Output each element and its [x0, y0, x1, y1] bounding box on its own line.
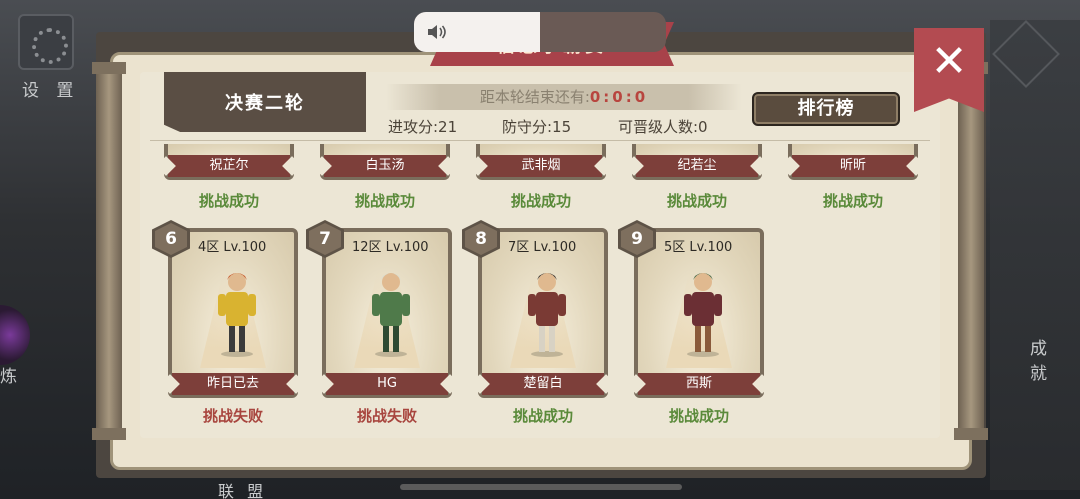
opponent-card[interactable]: 昕昕 [788, 144, 918, 180]
countdown-timer: 距本轮结束还有:0:0:0 [386, 84, 742, 110]
opponent-name: 昕昕 [792, 155, 914, 177]
server-level: 5区 Lv.100 [664, 240, 733, 255]
opponent-card[interactable]: 7 12区 Lv.100 HG [306, 220, 452, 398]
hero-part [372, 294, 380, 316]
hero-part [692, 292, 714, 326]
opponent-card[interactable]: 祝芷尔 [164, 144, 294, 180]
opponent-card[interactable]: 9 5区 Lv.100 西斯 [618, 220, 764, 398]
challenge-result: 挑战成功 [198, 192, 259, 210]
opponent-name: HG [326, 373, 448, 395]
challenge-result: 挑战成功 [512, 407, 573, 425]
right-pillar [954, 62, 988, 440]
challenge-result: 挑战成功 [668, 407, 729, 425]
challenge-result: 挑战成功 [822, 192, 883, 210]
timer-value: 0:0:0 [589, 88, 649, 106]
promotable-count: 可晋级人数:0 [618, 118, 708, 136]
hero-part [684, 294, 692, 316]
hero-portrait [684, 273, 722, 357]
hero-part [528, 294, 536, 316]
opponent-name: 纪若尘 [636, 155, 758, 177]
hero-part [218, 294, 226, 316]
opponent-name: 祝芷尔 [168, 155, 290, 177]
opponent-card[interactable]: 8 7区 Lv.100 楚留白 [462, 220, 608, 398]
hero-part [536, 292, 558, 326]
home-indicator [400, 484, 682, 490]
opponent-name: 西斯 [638, 373, 760, 395]
attack-score: 进攻分:21 [388, 118, 458, 136]
left-pillar [92, 62, 126, 440]
hero-portrait [218, 273, 256, 357]
opponent-name: 武非烟 [480, 155, 602, 177]
settings-icon[interactable] [18, 14, 74, 70]
hero-part [380, 292, 402, 326]
hero-part [695, 322, 701, 352]
hero-part [221, 351, 253, 357]
hero-portrait [372, 273, 410, 357]
round-label-text: 决赛二轮 [225, 93, 305, 114]
settings-label: 设 置 [22, 81, 80, 101]
challenge-result: 挑战失败 [202, 407, 263, 425]
header-divider [150, 140, 930, 141]
challenge-result: 挑战成功 [666, 192, 727, 210]
server-level: 12区 Lv.100 [352, 240, 429, 255]
timer-prefix: 距本轮结束还有: [479, 88, 590, 106]
hero-part [705, 322, 711, 352]
opponent-card[interactable]: 纪若尘 [632, 144, 762, 180]
opponent-card[interactable]: 武非烟 [476, 144, 606, 180]
alliance-label: 联 盟 [218, 482, 268, 499]
hero-part [375, 351, 407, 357]
opponent-name: 楚留白 [482, 373, 604, 395]
hero-part [239, 322, 245, 352]
hero-part [549, 322, 555, 352]
server-level: 4区 Lv.100 [198, 240, 267, 255]
hero-part [393, 322, 399, 352]
right-scenery [990, 20, 1080, 490]
hero-part [229, 322, 235, 352]
volume-indicator [414, 12, 666, 52]
hero-part [558, 294, 566, 316]
refine-icon[interactable] [0, 305, 30, 365]
hero-part [539, 322, 545, 352]
challenge-result: 挑战失败 [356, 407, 417, 425]
hero-part [248, 294, 256, 316]
refine-label: 炼 [0, 367, 23, 387]
opponent-name: 昨日已去 [172, 373, 294, 395]
opponent-card[interactable]: 白玉汤 [320, 144, 450, 180]
opponent-name: 白玉汤 [324, 155, 446, 177]
challenge-result: 挑战成功 [354, 192, 415, 210]
hero-part [531, 351, 563, 357]
hero-part [402, 294, 410, 316]
hero-portrait [528, 273, 566, 357]
hero-part [383, 322, 389, 352]
hero-part [714, 294, 722, 316]
opponent-card[interactable]: 6 4区 Lv.100 昨日已去 [152, 220, 298, 398]
server-level: 7区 Lv.100 [508, 240, 577, 255]
achievement-label: 成 就 [1030, 339, 1053, 384]
speaker-icon [426, 22, 448, 42]
hero-part [687, 351, 719, 357]
round-label: 决赛二轮 [164, 72, 366, 132]
defense-score: 防守分:15 [502, 118, 572, 136]
challenge-result: 挑战成功 [510, 192, 571, 210]
leaderboard-button[interactable]: 排行榜 [752, 92, 900, 126]
hero-part [226, 292, 248, 326]
